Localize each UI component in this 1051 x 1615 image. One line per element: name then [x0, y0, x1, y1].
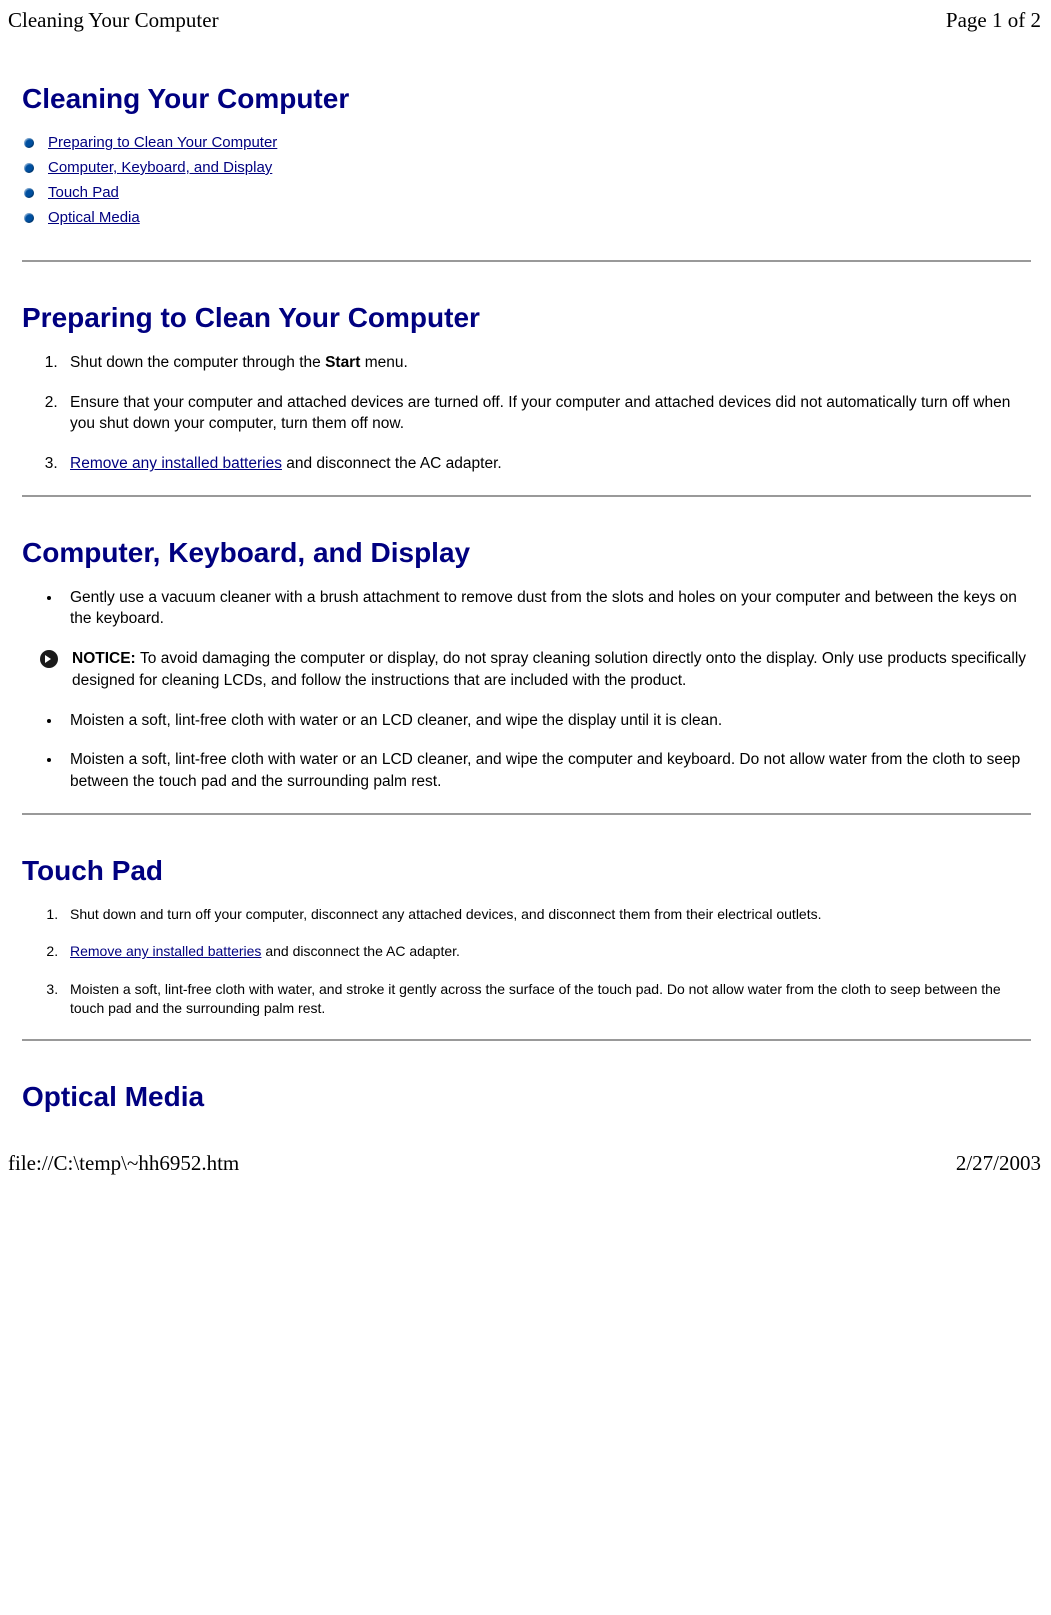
preparing-list: Shut down the computer through the Start…: [22, 352, 1031, 475]
notice-icon: [40, 650, 58, 668]
touchpad-list: Shut down and turn off your computer, di…: [22, 905, 1031, 1019]
bullet-icon: [24, 213, 34, 223]
footer-filepath: file://C:\temp\~hh6952.htm: [8, 1151, 239, 1176]
text: Shut down the computer through the: [70, 354, 325, 371]
bullet-icon: [24, 138, 34, 148]
notice-block: NOTICE: To avoid damaging the computer o…: [22, 648, 1031, 691]
ckd-list-2: Moisten a soft, lint-free cloth with wat…: [22, 710, 1031, 793]
link-remove-batteries[interactable]: Remove any installed batteries: [70, 455, 282, 472]
divider: [22, 813, 1031, 815]
nav-link-optical-media[interactable]: Optical Media: [48, 209, 140, 226]
nav-link-computer-keyboard-display[interactable]: Computer, Keyboard, and Display: [48, 159, 272, 176]
bullet-icon: [24, 163, 34, 173]
nav-item: Optical Media: [22, 205, 1031, 230]
header-page-info: Page 1 of 2: [946, 8, 1041, 33]
divider: [22, 1039, 1031, 1041]
list-item: Remove any installed batteries and disco…: [62, 942, 1031, 962]
link-remove-batteries[interactable]: Remove any installed batteries: [70, 943, 261, 959]
list-item: Moisten a soft, lint-free cloth with wat…: [62, 980, 1031, 1019]
list-item: Ensure that your computer and attached d…: [62, 392, 1031, 435]
section-heading-computer-keyboard-display: Computer, Keyboard, and Display: [22, 537, 1031, 569]
list-item: Shut down and turn off your computer, di…: [62, 905, 1031, 925]
page-title: Cleaning Your Computer: [22, 83, 1031, 115]
divider: [22, 495, 1031, 497]
section-heading-preparing: Preparing to Clean Your Computer: [22, 302, 1031, 334]
list-item: Moisten a soft, lint-free cloth with wat…: [62, 710, 1031, 732]
nav-link-preparing[interactable]: Preparing to Clean Your Computer: [48, 134, 277, 151]
nav-link-touch-pad[interactable]: Touch Pad: [48, 184, 119, 201]
section-heading-optical-media: Optical Media: [22, 1081, 1031, 1113]
footer-date: 2/27/2003: [956, 1151, 1041, 1176]
nav-item: Computer, Keyboard, and Display: [22, 155, 1031, 180]
notice-text-wrapper: NOTICE: To avoid damaging the computer o…: [72, 648, 1031, 691]
bold-text: Start: [325, 354, 360, 371]
text: menu.: [360, 354, 407, 371]
nav-item: Touch Pad: [22, 180, 1031, 205]
notice-label: NOTICE:: [72, 650, 140, 667]
nav-list: Preparing to Clean Your Computer Compute…: [22, 130, 1031, 230]
list-item: Shut down the computer through the Start…: [62, 352, 1031, 374]
page-header: Cleaning Your Computer Page 1 of 2: [0, 0, 1051, 53]
text: and disconnect the AC adapter.: [261, 943, 459, 959]
list-item: Moisten a soft, lint-free cloth with wat…: [62, 749, 1031, 792]
page-footer: file://C:\temp\~hh6952.htm 2/27/2003: [0, 1131, 1051, 1184]
text: and disconnect the AC adapter.: [282, 455, 502, 472]
content-area: Cleaning Your Computer Preparing to Clea…: [0, 83, 1051, 1113]
divider: [22, 260, 1031, 262]
bullet-icon: [24, 188, 34, 198]
nav-item: Preparing to Clean Your Computer: [22, 130, 1031, 155]
section-heading-touch-pad: Touch Pad: [22, 855, 1031, 887]
list-item: Remove any installed batteries and disco…: [62, 453, 1031, 475]
notice-body: To avoid damaging the computer or displa…: [72, 650, 1026, 689]
list-item: Gently use a vacuum cleaner with a brush…: [62, 587, 1031, 630]
ckd-list-1: Gently use a vacuum cleaner with a brush…: [22, 587, 1031, 630]
header-title: Cleaning Your Computer: [8, 8, 219, 33]
